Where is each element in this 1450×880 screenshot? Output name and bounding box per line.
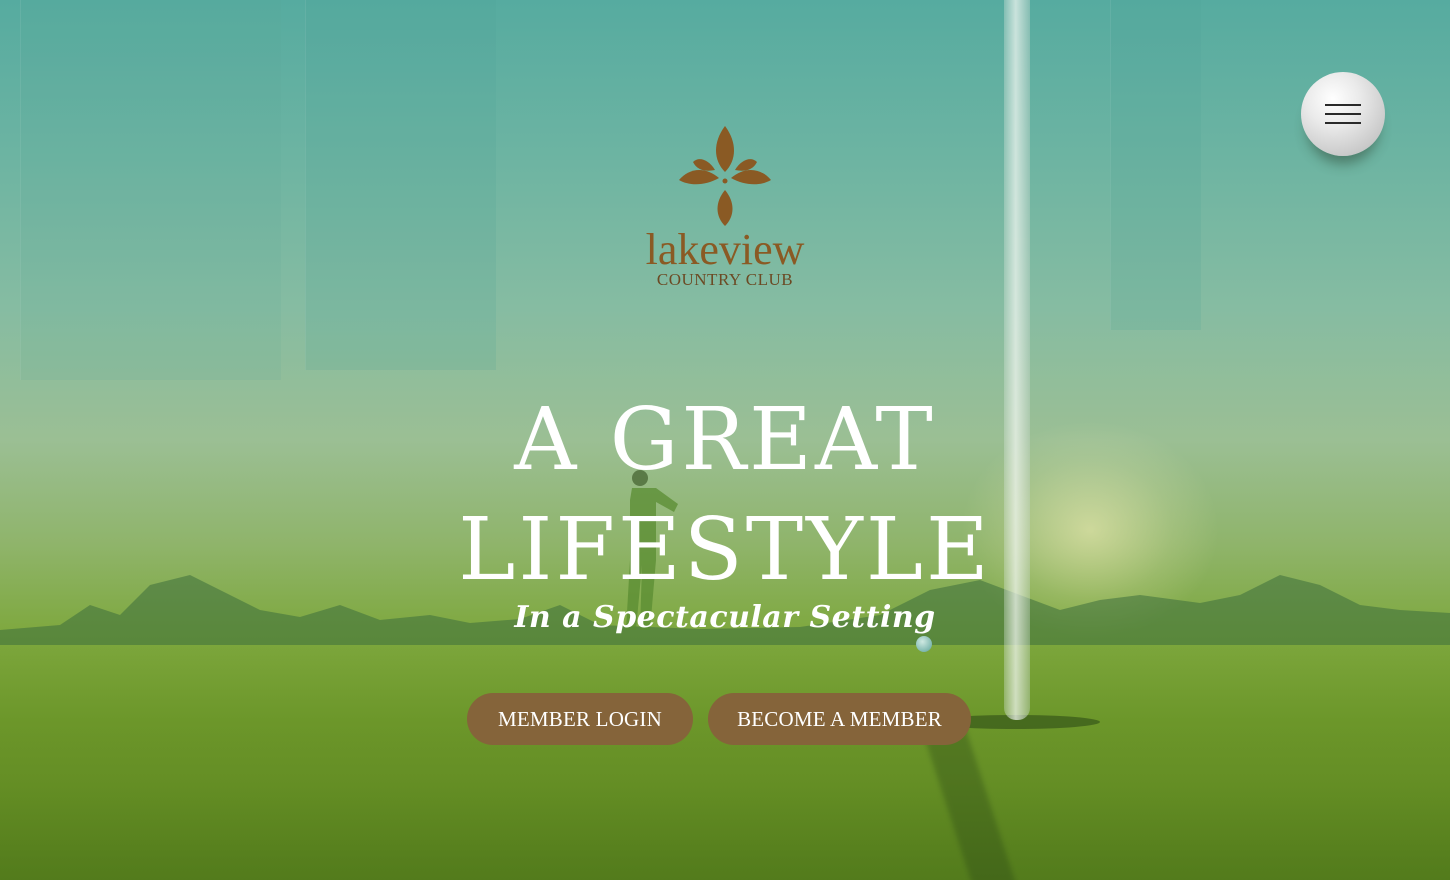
background-building [305, 0, 496, 370]
background-building [20, 0, 281, 380]
grass-shade [0, 640, 1450, 880]
hero-headline: A GREAT LIFESTYLE [458, 390, 992, 600]
become-member-button[interactable]: BECOME A MEMBER [708, 693, 971, 745]
member-login-button[interactable]: MEMBER LOGIN [467, 693, 693, 745]
brand-subtitle: COUNTRY CLUB [656, 270, 794, 289]
background-building [1110, 0, 1201, 330]
menu-button[interactable] [1301, 72, 1385, 156]
brand-name: lakeview [645, 225, 805, 274]
club-logo[interactable]: lakeview COUNTRY CLUB [630, 124, 820, 294]
hero-tagline: In a Spectacular Setting [514, 600, 936, 635]
flagstick [1004, 0, 1030, 720]
flower-icon [679, 126, 771, 226]
